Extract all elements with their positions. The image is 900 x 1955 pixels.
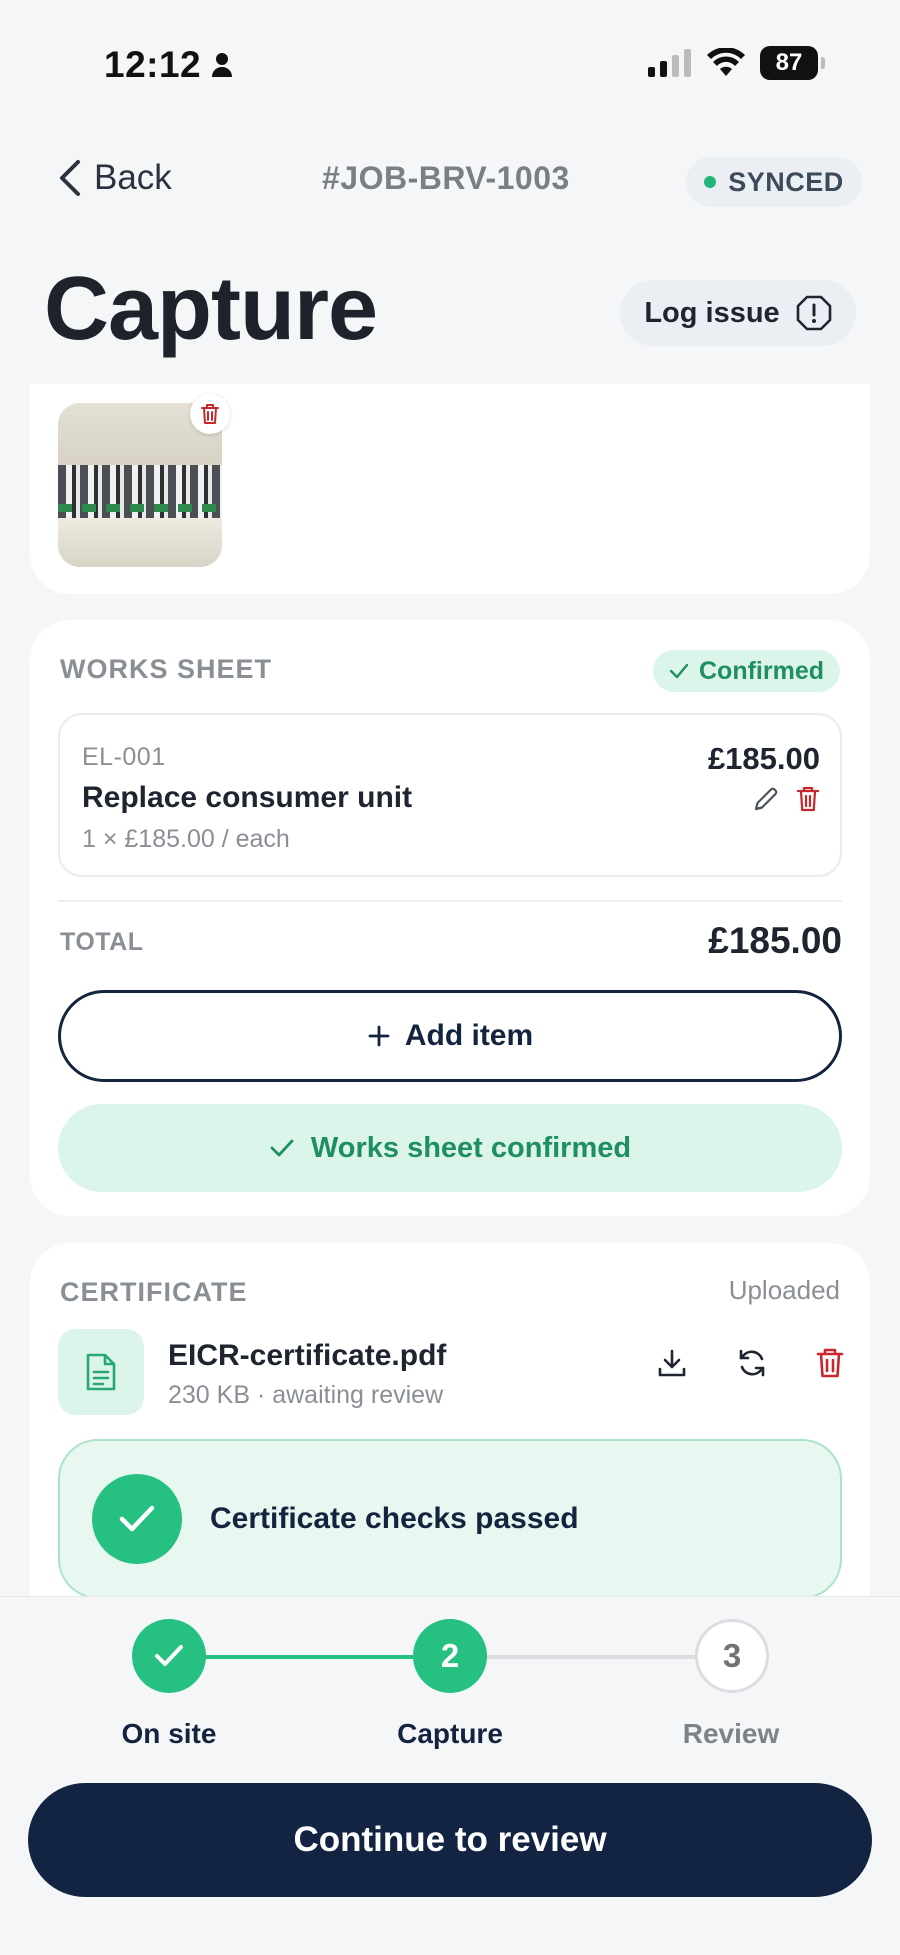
check-icon xyxy=(155,1645,183,1666)
certificate-file-name: EICR-certificate.pdf xyxy=(168,1339,447,1372)
line-item-name: Replace consumer unit xyxy=(82,781,413,814)
job-id: #JOB-BRV-1003 xyxy=(322,160,570,196)
sync-status-label: SYNCED xyxy=(728,166,844,197)
step-2-number: 2 xyxy=(440,1637,460,1674)
plus-icon xyxy=(368,1025,390,1047)
cellular-signal-icon xyxy=(648,49,691,77)
line-item-price: £185.00 xyxy=(707,741,820,776)
check-icon xyxy=(669,663,689,679)
works-sheet-heading: WORKS SHEET xyxy=(60,654,273,684)
step-3-number: 3 xyxy=(722,1637,742,1674)
total-label: TOTAL xyxy=(60,928,144,956)
sync-dot-icon xyxy=(704,176,717,188)
trash-icon xyxy=(201,404,219,424)
confirmed-badge: Confirmed xyxy=(653,650,840,692)
stepper-line-pending xyxy=(450,1655,732,1659)
back-button[interactable]: Back xyxy=(58,158,172,198)
check-circle-icon xyxy=(92,1474,182,1564)
line-item: EL-001 Replace consumer unit 1 × £185.00… xyxy=(58,713,842,877)
sync-status-badge: SYNCED xyxy=(686,157,862,207)
certificate-checks-banner: Certificate checks passed xyxy=(58,1439,842,1599)
battery-indicator: 87 xyxy=(760,46,825,80)
pencil-icon xyxy=(754,787,778,811)
works-sheet-confirmed-label: Works sheet confirmed xyxy=(310,1131,632,1164)
confirmed-badge-label: Confirmed xyxy=(699,656,824,685)
delete-photo-button[interactable] xyxy=(190,394,230,434)
certificate-status: Uploaded xyxy=(728,1275,840,1305)
status-indicators: 87 xyxy=(648,46,825,80)
person-icon xyxy=(212,53,233,77)
status-time: 12:12 xyxy=(104,44,233,86)
wifi-icon xyxy=(707,48,745,76)
delete-item-button[interactable] xyxy=(796,785,820,818)
works-sheet-card: WORKS SHEET Confirmed EL-001 Replace con… xyxy=(30,620,870,1216)
certificate-heading: CERTIFICATE xyxy=(60,1277,248,1307)
total-value: £185.00 xyxy=(708,920,842,961)
stepper-line-complete xyxy=(168,1655,450,1659)
trash-icon xyxy=(816,1348,844,1378)
step-2-current: 2 xyxy=(413,1619,487,1693)
page-title: Capture xyxy=(44,259,378,359)
add-item-label: Add item xyxy=(404,1019,534,1052)
step-3-upcoming: 3 xyxy=(695,1619,769,1693)
download-icon xyxy=(658,1349,686,1377)
back-label: Back xyxy=(94,158,172,197)
step-1-done xyxy=(132,1619,206,1693)
add-item-button[interactable]: Add item xyxy=(58,990,842,1082)
log-issue-button[interactable]: Log issue xyxy=(620,280,856,346)
step-3-label: Review xyxy=(682,1718,780,1749)
alert-octagon-icon xyxy=(796,295,831,331)
line-item-quantity: 1 × £185.00 / each xyxy=(82,825,290,853)
replace-button[interactable] xyxy=(736,1347,768,1384)
pdf-file-icon xyxy=(58,1329,144,1415)
trash-icon xyxy=(796,786,820,812)
refresh-icon xyxy=(739,1349,765,1377)
step-2-label: Capture xyxy=(397,1718,503,1749)
line-item-code: EL-001 xyxy=(82,743,166,771)
certificate-checks-label: Certificate checks passed xyxy=(210,1502,579,1535)
continue-label: Continue to review xyxy=(293,1820,607,1859)
delete-certificate-button[interactable] xyxy=(816,1347,844,1384)
continue-to-review-button[interactable]: Continue to review xyxy=(28,1783,872,1897)
log-issue-label: Log issue xyxy=(644,296,780,329)
line-item-actions xyxy=(752,785,820,818)
certificate-file-meta: 230 KB · awaiting review xyxy=(168,1381,444,1409)
check-icon xyxy=(270,1139,294,1157)
certificate-actions xyxy=(656,1347,844,1384)
chevron-left-icon xyxy=(60,160,80,196)
works-sheet-confirmed-banner: Works sheet confirmed xyxy=(58,1104,842,1192)
photos-card xyxy=(30,384,870,594)
step-1-label: On site xyxy=(121,1718,217,1749)
download-button[interactable] xyxy=(656,1347,688,1384)
edit-item-button[interactable] xyxy=(752,785,780,818)
divider xyxy=(58,900,842,902)
